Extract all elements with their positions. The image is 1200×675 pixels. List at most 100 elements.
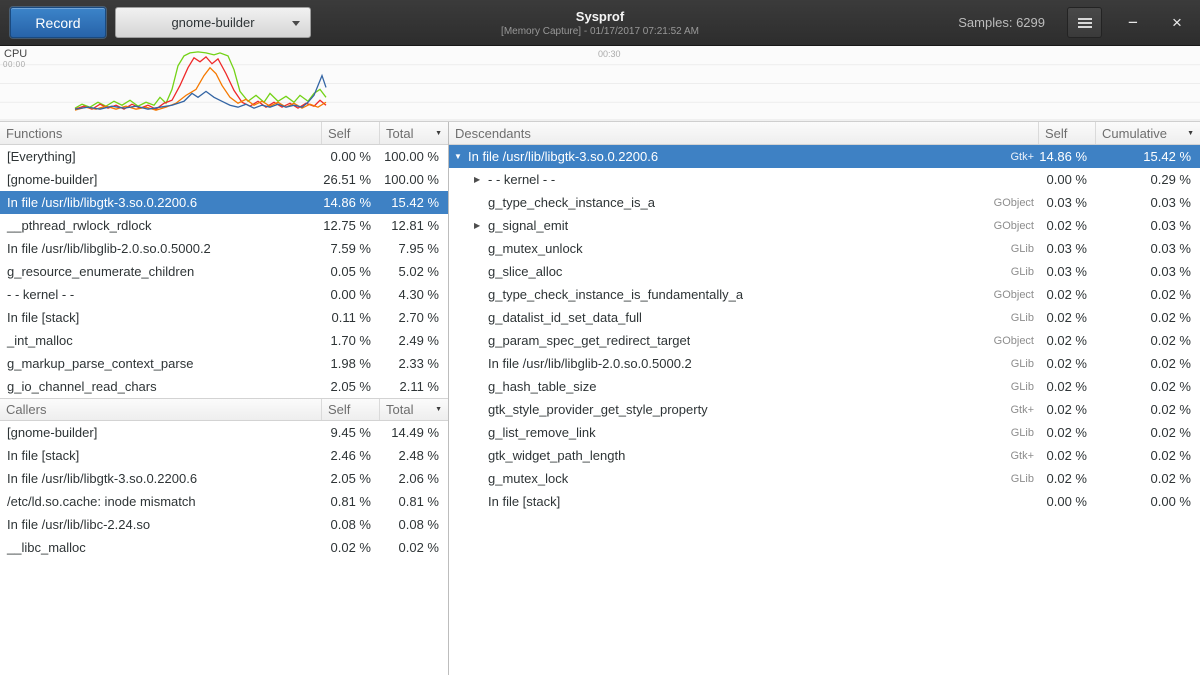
cumulative-percent: 0.02 % [1096, 356, 1200, 371]
column-header-total[interactable]: Total ▼ [380, 122, 448, 144]
callers-row[interactable]: In file [stack]2.46 %2.48 % [0, 444, 448, 467]
library-badge: GObject [984, 289, 1039, 301]
function-name: g_signal_emit [488, 218, 568, 233]
descendants-row[interactable]: g_datalist_id_set_data_fullGLib0.02 %0.0… [449, 306, 1200, 329]
column-header-descendants[interactable]: Descendants [449, 122, 1039, 144]
descendants-row[interactable]: ▶g_signal_emitGObject0.02 %0.03 % [449, 214, 1200, 237]
column-header-self[interactable]: Self [322, 399, 380, 420]
header-bar: Record gnome-builder Sysprof [Memory Cap… [0, 0, 1200, 46]
samples-count: Samples: 6299 [958, 15, 1045, 30]
total-percent: 12.81 % [380, 218, 448, 233]
functions-rows: [Everything]0.00 %100.00 %[gnome-builder… [0, 145, 448, 398]
cumulative-percent: 0.02 % [1096, 379, 1200, 394]
column-header-cumulative[interactable]: Cumulative ▼ [1096, 122, 1200, 144]
total-percent: 14.49 % [380, 425, 448, 440]
descendants-row[interactable]: g_param_spec_get_redirect_targetGObject0… [449, 329, 1200, 352]
total-percent: 5.02 % [380, 264, 448, 279]
column-header-label: Self [1045, 126, 1067, 141]
library-badge: Gtk+ [1000, 450, 1039, 462]
descendants-row[interactable]: g_list_remove_linkGLib0.02 %0.02 % [449, 421, 1200, 444]
descendants-row[interactable]: g_type_check_instance_is_aGObject0.03 %0… [449, 191, 1200, 214]
descendants-row[interactable]: g_mutex_lockGLib0.02 %0.02 % [449, 467, 1200, 490]
main-content: Functions Self Total ▼ [Everything]0.00 … [0, 122, 1200, 675]
functions-row[interactable]: - - kernel - -0.00 %4.30 % [0, 283, 448, 306]
functions-row[interactable]: __pthread_rwlock_rdlock12.75 %12.81 % [0, 214, 448, 237]
descendant-name-cell: g_slice_allocGLib [449, 264, 1039, 279]
descendant-name-cell: g_type_check_instance_is_fundamentally_a… [449, 287, 1039, 302]
column-header-label: Cumulative [1102, 126, 1167, 141]
column-header-self[interactable]: Self [1039, 122, 1096, 144]
function-name: In file [stack] [0, 310, 322, 325]
descendants-row[interactable]: ▼In file /usr/lib/libgtk-3.so.0.2200.6Gt… [449, 145, 1200, 168]
descendant-name-cell: gtk_widget_path_lengthGtk+ [449, 448, 1039, 463]
descendants-rows: ▼In file /usr/lib/libgtk-3.so.0.2200.6Gt… [449, 145, 1200, 513]
collapse-icon[interactable]: ▼ [454, 145, 468, 168]
cumulative-percent: 0.02 % [1096, 471, 1200, 486]
function-name: g_io_channel_read_chars [0, 379, 322, 394]
functions-row[interactable]: [Everything]0.00 %100.00 % [0, 145, 448, 168]
app-title: Sysprof [501, 9, 699, 24]
functions-row[interactable]: In file /usr/lib/libglib-2.0.so.0.5000.2… [0, 237, 448, 260]
column-header-label: Self [328, 126, 350, 141]
callers-row[interactable]: [gnome-builder]9.45 %14.49 % [0, 421, 448, 444]
function-name: In file /usr/lib/libglib-2.0.so.0.5000.2 [0, 241, 322, 256]
function-name: In file [stack] [0, 448, 322, 463]
functions-table-header: Functions Self Total ▼ [0, 122, 448, 145]
target-selector-dropdown[interactable]: gnome-builder [115, 7, 311, 38]
descendants-row[interactable]: gtk_widget_path_lengthGtk+0.02 %0.02 % [449, 444, 1200, 467]
cumulative-percent: 0.00 % [1096, 494, 1200, 509]
descendant-name-cell: ▶- - kernel - - [449, 168, 1039, 191]
function-name: /etc/ld.so.cache: inode mismatch [0, 494, 322, 509]
column-header-callers[interactable]: Callers [0, 399, 322, 420]
total-percent: 0.81 % [380, 494, 448, 509]
descendants-row[interactable]: g_mutex_unlockGLib0.03 %0.03 % [449, 237, 1200, 260]
self-percent: 1.70 % [322, 333, 380, 348]
expand-icon[interactable]: ▶ [474, 214, 488, 237]
minimize-button[interactable]: − [1120, 10, 1146, 36]
close-button[interactable]: × [1164, 10, 1190, 36]
cpu-graph[interactable]: CPU 00:00 00:30 [0, 46, 1200, 122]
descendants-table-header: Descendants Self Cumulative ▼ [449, 122, 1200, 145]
column-header-total[interactable]: Total ▼ [380, 399, 448, 420]
total-percent: 2.11 % [380, 379, 448, 394]
functions-row[interactable]: g_markup_parse_context_parse1.98 %2.33 % [0, 352, 448, 375]
cpu-lines [75, 52, 326, 110]
column-header-functions[interactable]: Functions [0, 122, 322, 144]
descendants-row[interactable]: gtk_style_provider_get_style_propertyGtk… [449, 398, 1200, 421]
callers-row[interactable]: In file /usr/lib/libgtk-3.so.0.2200.62.0… [0, 467, 448, 490]
functions-row[interactable]: [gnome-builder]26.51 %100.00 % [0, 168, 448, 191]
callers-row[interactable]: /etc/ld.so.cache: inode mismatch0.81 %0.… [0, 490, 448, 513]
descendant-name-cell: ▼In file /usr/lib/libgtk-3.so.0.2200.6Gt… [449, 145, 1039, 168]
total-percent: 7.95 % [380, 241, 448, 256]
menu-button[interactable] [1067, 7, 1102, 38]
function-name: gtk_style_provider_get_style_property [488, 402, 708, 417]
callers-table-header: Callers Self Total ▼ [0, 398, 448, 421]
descendants-row[interactable]: ▶- - kernel - -0.00 %0.29 % [449, 168, 1200, 191]
record-button[interactable]: Record [10, 7, 106, 38]
self-percent: 0.03 % [1039, 241, 1096, 256]
function-name: - - kernel - - [488, 172, 555, 187]
total-percent: 15.42 % [380, 195, 448, 210]
descendants-row[interactable]: g_hash_table_sizeGLib0.02 %0.02 % [449, 375, 1200, 398]
self-percent: 0.02 % [1039, 379, 1096, 394]
library-badge: GLib [1001, 381, 1039, 393]
left-pane: Functions Self Total ▼ [Everything]0.00 … [0, 122, 449, 675]
descendants-row[interactable]: In file [stack]0.00 %0.00 % [449, 490, 1200, 513]
callers-row[interactable]: In file /usr/lib/libc-2.24.so0.08 %0.08 … [0, 513, 448, 536]
functions-row[interactable]: g_io_channel_read_chars2.05 %2.11 % [0, 375, 448, 398]
expand-icon[interactable]: ▶ [474, 168, 488, 191]
descendants-row[interactable]: In file /usr/lib/libglib-2.0.so.0.5000.2… [449, 352, 1200, 375]
total-percent: 2.49 % [380, 333, 448, 348]
functions-row[interactable]: In file [stack]0.11 %2.70 % [0, 306, 448, 329]
functions-row[interactable]: g_resource_enumerate_children0.05 %5.02 … [0, 260, 448, 283]
functions-row[interactable]: _int_malloc1.70 %2.49 % [0, 329, 448, 352]
function-name: g_resource_enumerate_children [0, 264, 322, 279]
descendants-row[interactable]: g_type_check_instance_is_fundamentally_a… [449, 283, 1200, 306]
descendants-row[interactable]: g_slice_allocGLib0.03 %0.03 % [449, 260, 1200, 283]
function-name: In file [stack] [488, 494, 560, 509]
total-percent: 100.00 % [380, 149, 448, 164]
column-header-self[interactable]: Self [322, 122, 380, 144]
callers-row[interactable]: __libc_malloc0.02 %0.02 % [0, 536, 448, 559]
library-badge: Gtk+ [1000, 151, 1039, 163]
functions-row[interactable]: In file /usr/lib/libgtk-3.so.0.2200.614.… [0, 191, 448, 214]
